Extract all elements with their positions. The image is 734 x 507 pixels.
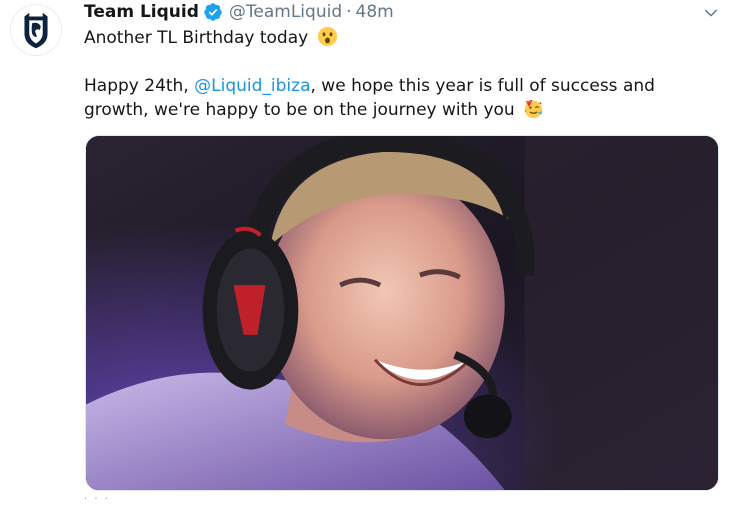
astonished-face-emoji-icon [317, 26, 338, 47]
display-name[interactable]: Team Liquid [84, 0, 199, 24]
tweet-text-line-3: growth, we're happy to be on the journey… [84, 100, 515, 120]
chevron-down-icon[interactable] [702, 4, 720, 22]
tweet-text-line-1: Another TL Birthday today [84, 28, 309, 48]
tweet-text-line: Another TL Birthday today [84, 26, 724, 50]
tweet-header: Team Liquid @TeamLiquid · 48m [84, 0, 394, 24]
more-indicator: · · · [84, 494, 110, 505]
tweet-text-line: Happy 24th, @Liquid_ibiza, we hope this … [84, 74, 724, 98]
tweet-text-line-2-after: , we hope this year is full of success a… [310, 76, 655, 96]
verified-badge-icon [203, 2, 223, 22]
tweet-text-line-2-before: Happy 24th, [84, 76, 195, 96]
team-liquid-logo-icon [11, 5, 61, 55]
separator-dot: · [346, 2, 352, 22]
partying-face-emoji-icon [523, 98, 544, 119]
player-photo-icon [86, 136, 718, 490]
tweet-text-line: growth, we're happy to be on the journey… [84, 98, 724, 122]
tweet-text: Another TL Birthday today Happy 24th, @L… [84, 26, 724, 122]
user-handle[interactable]: @TeamLiquid [229, 0, 342, 24]
tweet-photo[interactable] [85, 135, 719, 491]
tweet-card[interactable]: Team Liquid @TeamLiquid · 48m Another TL… [0, 0, 734, 507]
mention-link[interactable]: @Liquid_ibiza [194, 76, 310, 96]
timestamp-link[interactable]: 48m [356, 0, 394, 24]
avatar[interactable] [10, 4, 62, 56]
